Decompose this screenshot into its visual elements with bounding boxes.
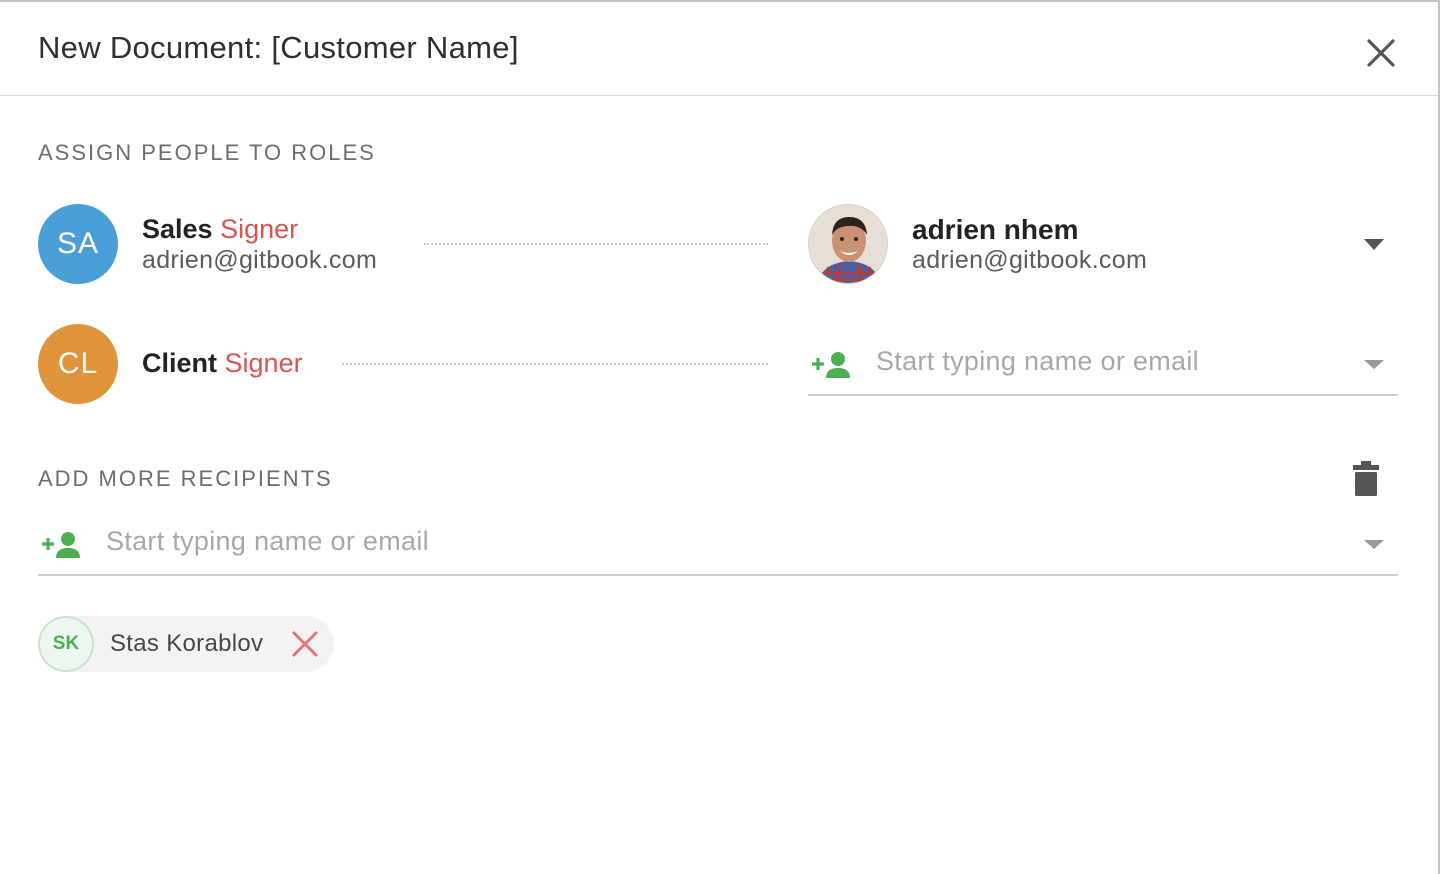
assignee-email: adrien@gitbook.com	[912, 246, 1148, 274]
client-role-initials: CL	[57, 347, 99, 380]
recipients-field[interactable]: Start typing name or email	[38, 514, 1398, 576]
new-document-dialog: New Document: [Customer Name] ASSIGN PEO…	[0, 0, 1440, 874]
sales-role-avatar: SA	[38, 204, 118, 284]
add-person-icon	[812, 352, 850, 378]
trash-icon[interactable]	[1352, 460, 1380, 498]
recipient-initials: SK	[52, 633, 80, 654]
recipient-name: Stas Korablov	[110, 630, 264, 657]
sales-role-type: Signer	[220, 214, 299, 244]
client-assignee-chevron-down-icon[interactable]	[1364, 360, 1384, 369]
close-icon[interactable]	[1360, 32, 1402, 74]
client-assignee-input[interactable]: Start typing name or email	[876, 346, 1199, 377]
assign-roles-label: ASSIGN PEOPLE TO ROLES	[38, 140, 376, 165]
sales-role-email: adrien@gitbook.com	[142, 246, 378, 274]
role-connector-dots	[424, 243, 768, 245]
user-photo-icon	[809, 205, 887, 283]
dialog-title: New Document: [Customer Name]	[38, 30, 519, 65]
recipient-avatar: SK	[38, 616, 94, 672]
client-role-avatar: CL	[38, 324, 118, 404]
recipient-chip: SK Stas Korablov	[38, 616, 334, 672]
client-assignee-field[interactable]: Start typing name or email	[808, 334, 1398, 396]
assignee-dropdown-chevron-down-icon[interactable]	[1364, 239, 1384, 250]
add-recipients-label: ADD MORE RECIPIENTS	[38, 466, 333, 491]
client-role-name: Client	[142, 348, 218, 378]
recipients-input[interactable]: Start typing name or email	[106, 526, 429, 557]
client-role-type: Signer	[224, 348, 303, 378]
client-role-title: Client Signer	[142, 348, 303, 379]
remove-recipient-close-icon[interactable]	[290, 629, 320, 659]
add-person-icon	[42, 532, 80, 558]
sales-role-name: Sales	[142, 214, 213, 244]
dialog-header: New Document: [Customer Name]	[0, 2, 1438, 96]
role-connector-dots	[342, 363, 768, 365]
assignee-avatar	[808, 204, 888, 284]
sales-role-initials: SA	[56, 227, 100, 260]
sales-role-title: Sales Signer	[142, 214, 298, 245]
assignee-name: adrien nhem	[912, 214, 1079, 245]
recipients-chevron-down-icon[interactable]	[1364, 540, 1384, 549]
